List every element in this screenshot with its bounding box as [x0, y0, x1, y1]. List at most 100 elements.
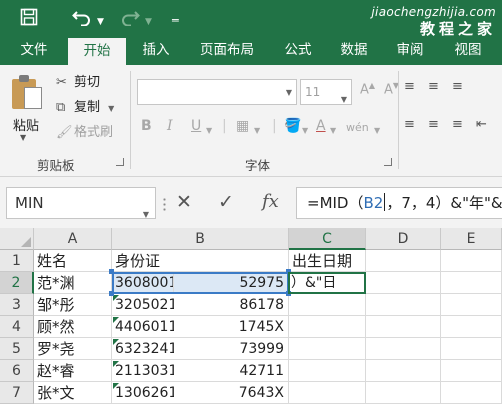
- cell-a3[interactable]: 邹*彤: [34, 294, 112, 316]
- tab-page-layout[interactable]: 页面布局: [188, 36, 266, 65]
- cell-b3-right[interactable]: 86178: [174, 294, 289, 316]
- fill-color-dropdown-icon[interactable]: ▼: [302, 122, 308, 140]
- tab-insert[interactable]: 插入: [132, 36, 180, 65]
- align-top-icon[interactable]: ≡: [404, 79, 415, 94]
- range-handle[interactable]: [109, 269, 114, 274]
- cell-d5[interactable]: [366, 338, 441, 360]
- cell-d2[interactable]: [366, 272, 441, 294]
- insert-function-button[interactable]: fx: [262, 191, 279, 213]
- cell-a5[interactable]: 罗*尧: [34, 338, 112, 360]
- font-color-dropdown-icon[interactable]: ▼: [330, 122, 336, 140]
- tab-formulas[interactable]: 公式: [274, 36, 322, 65]
- bold-button[interactable]: B: [141, 117, 152, 135]
- cell-e6[interactable]: [441, 360, 502, 382]
- cell-e3[interactable]: [441, 294, 502, 316]
- range-handle[interactable]: [286, 269, 291, 274]
- cell-c7[interactable]: [289, 382, 366, 404]
- formula-input[interactable]: =MID（B2 ，7，4）&"年"&: [296, 187, 502, 219]
- italic-button[interactable]: I: [167, 117, 173, 135]
- underline-button[interactable]: U: [191, 117, 201, 135]
- cell-b7-left[interactable]: 1306261: [112, 382, 174, 404]
- cell-b6-right[interactable]: 42711: [174, 360, 289, 382]
- error-indicator-icon[interactable]: [113, 339, 119, 345]
- cell-b7-right[interactable]: 7643X: [174, 382, 289, 404]
- column-header-c[interactable]: C: [289, 228, 366, 250]
- column-header-a[interactable]: A: [34, 228, 112, 250]
- phonetic-dropdown-icon[interactable]: ▼: [374, 122, 380, 140]
- cell-a4[interactable]: 顾*然: [34, 316, 112, 338]
- row-header[interactable]: 7: [0, 382, 34, 404]
- cell-c4[interactable]: [289, 316, 366, 338]
- cell-b5-right[interactable]: 73999: [174, 338, 289, 360]
- cell-a6[interactable]: 赵*睿: [34, 360, 112, 382]
- row-header[interactable]: 6: [0, 360, 34, 382]
- name-box[interactable]: MIN ▼: [6, 187, 156, 219]
- tab-review[interactable]: 审阅: [386, 36, 434, 65]
- cut-button[interactable]: ✂ 剪切: [56, 73, 100, 93]
- font-size-select[interactable]: 11 ▼: [300, 79, 352, 105]
- phonetic-icon[interactable]: wén: [346, 119, 369, 137]
- tab-view[interactable]: 视图: [444, 36, 492, 65]
- cell-b1[interactable]: 身份证: [112, 250, 289, 272]
- error-indicator-icon[interactable]: [113, 383, 119, 389]
- cell-c6[interactable]: [289, 360, 366, 382]
- cell-b4-left[interactable]: 4406011: [112, 316, 174, 338]
- copy-button[interactable]: ⧉ 复制 ▼: [56, 98, 114, 118]
- row-header[interactable]: 3: [0, 294, 34, 316]
- row-header[interactable]: 4: [0, 316, 34, 338]
- cell-e7[interactable]: [441, 382, 502, 404]
- enter-icon[interactable]: ✓: [218, 191, 234, 213]
- cell-b2-right[interactable]: 52975: [174, 272, 289, 294]
- font-launcher-icon[interactable]: [384, 158, 392, 166]
- error-indicator-icon[interactable]: [113, 361, 119, 367]
- cell-a1[interactable]: 姓名: [34, 250, 112, 272]
- cell-e2[interactable]: [441, 272, 502, 294]
- tab-home[interactable]: 开始: [68, 38, 126, 65]
- undo-icon[interactable]: [72, 8, 92, 31]
- cancel-icon[interactable]: ✕: [176, 191, 192, 213]
- row-header[interactable]: 5: [0, 338, 34, 360]
- select-all-button[interactable]: [0, 228, 34, 250]
- customize-quick-access-icon[interactable]: ═: [172, 11, 179, 31]
- tab-data[interactable]: 数据: [330, 36, 378, 65]
- fill-color-icon[interactable]: 🪣: [284, 117, 301, 135]
- font-color-icon[interactable]: A: [316, 117, 326, 135]
- align-right-icon[interactable]: ≡: [452, 117, 463, 132]
- cell-d4[interactable]: [366, 316, 441, 338]
- indent-icon[interactable]: ⇤: [476, 117, 487, 132]
- cell-e4[interactable]: [441, 316, 502, 338]
- align-middle-icon[interactable]: ≡: [428, 79, 439, 94]
- formula-bar-resize-handle[interactable]: [163, 197, 166, 211]
- cell-b5-left[interactable]: 6323241: [112, 338, 174, 360]
- cell-c1[interactable]: 出生日期: [289, 250, 366, 272]
- border-icon[interactable]: ▦: [236, 117, 249, 135]
- paste-dropdown-icon[interactable]: ▼: [20, 133, 26, 142]
- copy-dropdown-icon[interactable]: ▼: [108, 104, 114, 113]
- cell-c2-edit-text[interactable]: ）&"日: [291, 275, 336, 291]
- cell-d3[interactable]: [366, 294, 441, 316]
- undo-dropdown-icon[interactable]: ▼: [97, 12, 104, 32]
- cell-a7[interactable]: 张*文: [34, 382, 112, 404]
- cell-b4-right[interactable]: 1745X: [174, 316, 289, 338]
- tab-file[interactable]: 文件: [10, 36, 58, 65]
- border-dropdown-icon[interactable]: ▼: [254, 122, 260, 140]
- range-handle[interactable]: [286, 291, 291, 296]
- range-handle[interactable]: [109, 291, 114, 296]
- cell-d1[interactable]: [366, 250, 441, 272]
- cell-e5[interactable]: [441, 338, 502, 360]
- cell-c3[interactable]: [289, 294, 366, 316]
- cell-d6[interactable]: [366, 360, 441, 382]
- align-center-icon[interactable]: ≡: [428, 117, 439, 132]
- save-icon[interactable]: [20, 8, 38, 31]
- cell-a2[interactable]: 范*渊: [34, 272, 112, 294]
- cell-c5[interactable]: [289, 338, 366, 360]
- error-indicator-icon[interactable]: [113, 317, 119, 323]
- align-left-icon[interactable]: ≡: [404, 117, 415, 132]
- column-header-d[interactable]: D: [366, 228, 441, 250]
- column-header-b[interactable]: B: [112, 228, 289, 250]
- row-header[interactable]: 1: [0, 250, 34, 272]
- cell-b3-left[interactable]: 3205021: [112, 294, 174, 316]
- cell-b6-left[interactable]: 2113031: [112, 360, 174, 382]
- font-name-select[interactable]: ▼: [137, 79, 297, 105]
- cell-e1[interactable]: [441, 250, 502, 272]
